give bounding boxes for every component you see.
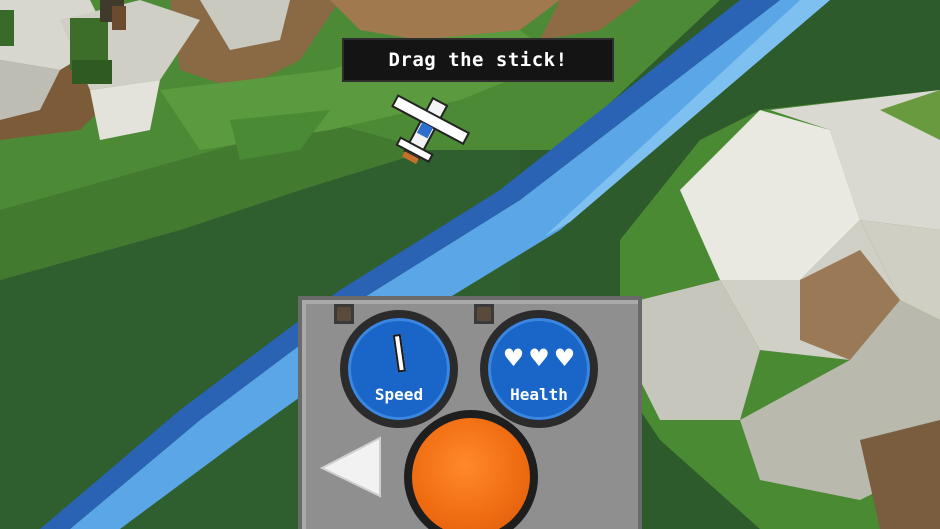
heart-icon: ♥ [502,344,525,372]
health-hearts: ♥ ♥ ♥ [500,346,578,370]
bolt-left [334,304,354,324]
health-label: Health [510,385,568,404]
speed-dial: Speed [340,310,458,428]
hint-tooltip: Drag the stick! [342,38,614,82]
bolt-right [474,304,494,324]
game-viewport[interactable]: Drag the stick! Speed ♥ ♥ ♥ Health [0,0,940,529]
hint-text: Drag the stick! [388,49,568,71]
needle-icon [392,333,406,373]
speed-label: Speed [374,385,424,404]
health-dial: ♥ ♥ ♥ Health [480,310,598,428]
heart-icon: ♥ [528,344,550,372]
heart-icon: ♥ [553,344,576,372]
left-arrow-icon[interactable] [318,432,388,502]
